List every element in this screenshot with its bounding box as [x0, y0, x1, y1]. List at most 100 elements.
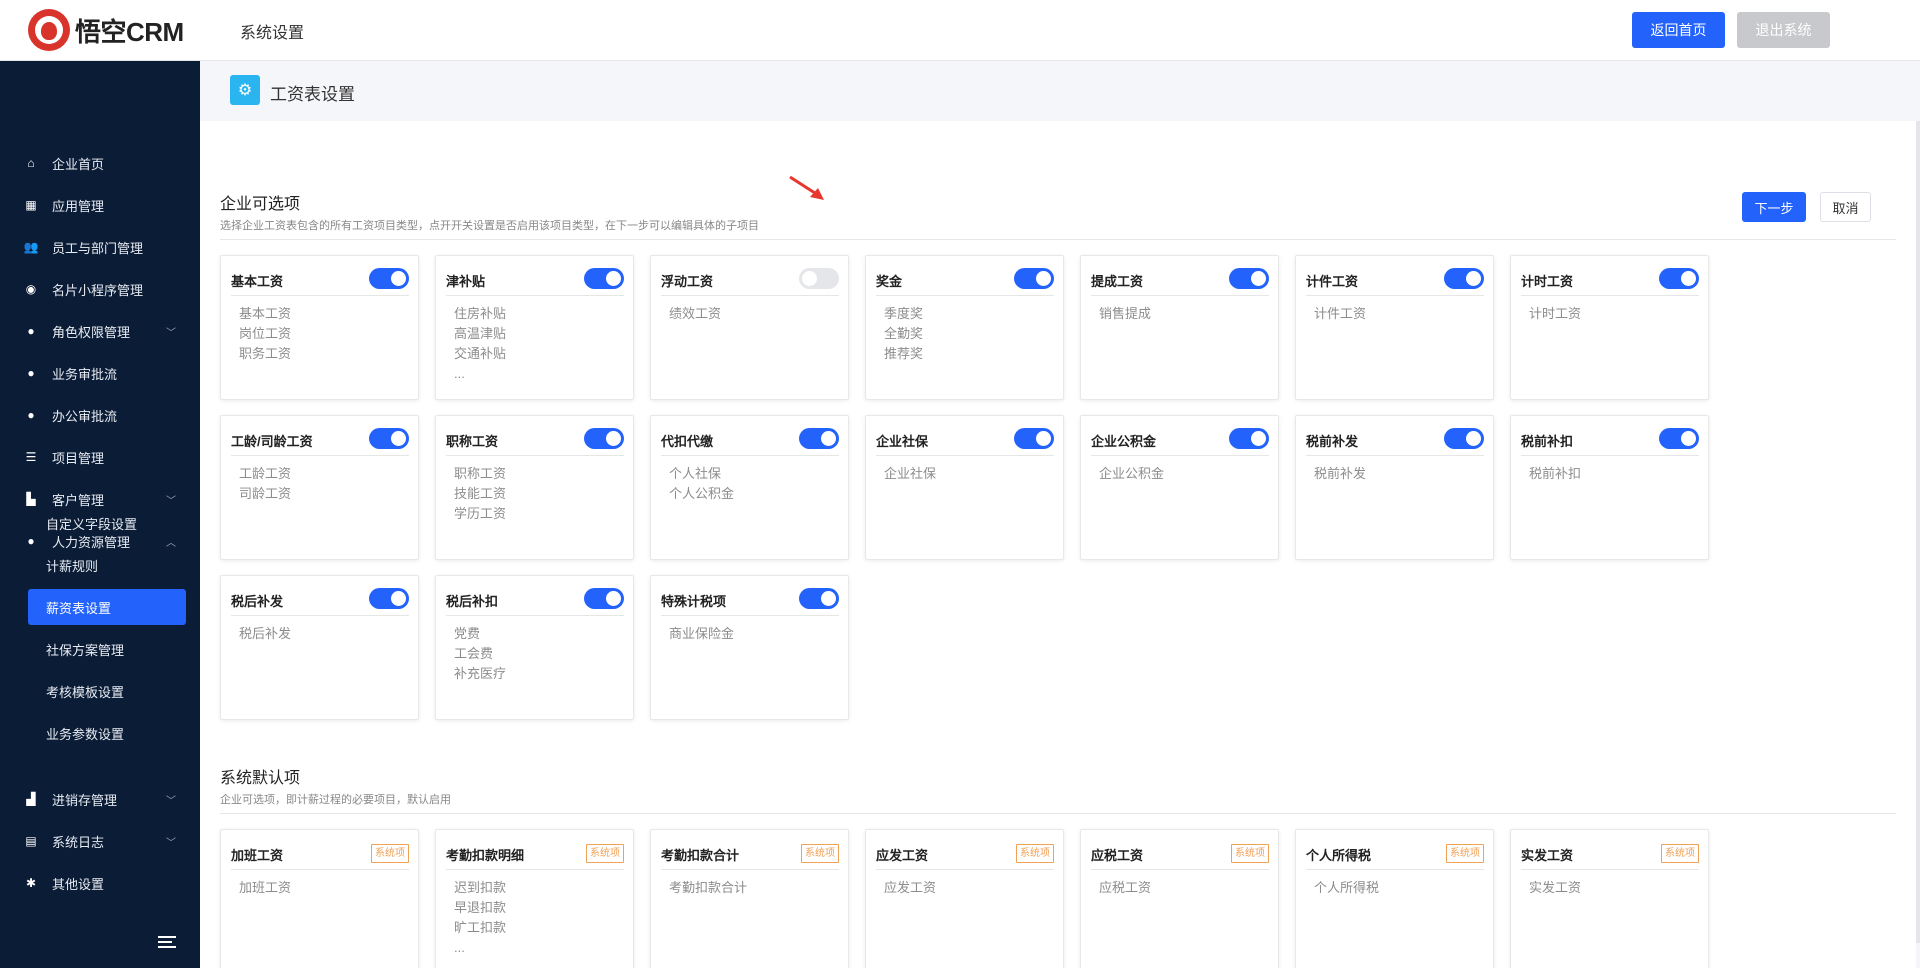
sidebar-subitem[interactable]: 考核模板设置	[28, 673, 186, 709]
card-title: 基本工资	[231, 274, 284, 289]
enable-toggle-switch[interactable]	[1659, 268, 1699, 289]
sub-item-list: 住房补贴 高温津贴 交通补贴...	[454, 304, 506, 384]
salary-item-card: 奖金 季度奖 全勤奖 推荐奖	[865, 255, 1064, 400]
enable-toggle-switch[interactable]	[584, 428, 624, 449]
sub-item-list: 销售提成	[1099, 304, 1151, 324]
enable-toggle-switch[interactable]	[584, 268, 624, 289]
enable-toggle-switch[interactable]	[369, 588, 409, 609]
card-title: 应发工资	[876, 848, 929, 863]
sidebar-item-label: 名片小程序管理	[52, 282, 144, 298]
card-title: 提成工资	[1091, 274, 1144, 289]
sidebar-item[interactable]: ☰ 项目管理	[0, 437, 200, 477]
sidebar-item-label: 企业首页	[52, 156, 105, 172]
enable-toggle-switch[interactable]	[1014, 428, 1054, 449]
card-header: 税前补扣	[1521, 424, 1699, 456]
salary-item-card: 津补贴住房补贴 高温津贴 交通补贴...	[435, 255, 634, 400]
sub-item-list: 党费 工会费 补充医疗	[454, 624, 506, 684]
scrollbar[interactable]	[1916, 121, 1920, 943]
card-header: 考勤扣款合计 系统项	[661, 838, 839, 870]
sidebar-subitem[interactable]: 业务参数设置	[28, 715, 186, 751]
enable-toggle-switch[interactable]	[1229, 268, 1269, 289]
user-icon: ●	[27, 408, 35, 422]
sidebar-item-label: 业务审批流	[52, 366, 118, 382]
enable-toggle-switch[interactable]	[799, 428, 839, 449]
sub-item-text: 学历工资	[454, 506, 507, 521]
enable-toggle-switch[interactable]	[1659, 428, 1699, 449]
sidebar-item[interactable]: ● 业务审批流	[0, 353, 200, 393]
settings-gears-icon: ⚙	[230, 75, 260, 105]
card-header: 提成工资	[1091, 264, 1269, 296]
sidebar-subitem[interactable]: 自定义字段设置	[28, 505, 186, 541]
salary-item-card: 税前补扣 税前补扣	[1510, 415, 1709, 560]
enable-toggle-switch[interactable]	[1444, 428, 1484, 449]
sub-item-text: 税前补扣	[1529, 466, 1582, 481]
sub-item-text: 住房补贴	[454, 306, 507, 321]
cancel-button[interactable]: 取消	[1820, 192, 1871, 222]
enable-toggle-switch[interactable]	[1229, 428, 1269, 449]
divider	[220, 239, 1896, 240]
sidebar-item[interactable]: ▤ 系统日志 ﹀	[0, 821, 200, 861]
sub-item-text: 岗位工资	[239, 326, 292, 341]
card-title: 津补贴	[446, 274, 486, 289]
default-section-desc: 企业可选项，即计薪过程的必要项目，默认启用	[220, 794, 451, 806]
sidebar-item[interactable]: ▟ 进销存管理 ﹀	[0, 779, 200, 819]
sidebar-subitem[interactable]: 薪资表设置	[28, 589, 186, 625]
salary-item-card: 应发工资 系统项 应发工资	[865, 829, 1064, 968]
sub-item-list: 企业公积金	[1099, 464, 1164, 484]
sub-item-text: 职务工资	[239, 346, 292, 361]
divider	[220, 813, 1896, 814]
card-title: 加班工资	[231, 848, 284, 863]
system-item-badge: 系统项	[1016, 844, 1054, 863]
enable-toggle-switch[interactable]	[369, 428, 409, 449]
system-item-badge: 系统项	[586, 844, 624, 863]
card-header: 工龄/司龄工资	[231, 424, 409, 456]
sidebar-item[interactable]: ✱ 其他设置	[0, 863, 200, 903]
sub-item-text: 迟到扣款	[454, 880, 507, 895]
system-item-badge: 系统项	[1661, 844, 1699, 863]
sub-item-text: 职称工资	[454, 466, 507, 481]
card-header: 考勤扣款明细 系统项	[446, 838, 624, 870]
header-title: 系统设置	[240, 25, 305, 42]
card-title: 代扣代缴	[661, 434, 714, 449]
sidebar-item[interactable]: ● 办公审批流	[0, 395, 200, 435]
sidebar-subitem[interactable]: 计薪规则	[28, 547, 186, 583]
sub-item-list: 加班工资	[239, 878, 291, 898]
exit-system-button[interactable]: 退出系统	[1737, 12, 1830, 48]
logo[interactable]: 悟空CRM	[28, 9, 184, 51]
sub-item-text: 季度奖	[884, 306, 924, 321]
enable-toggle-switch[interactable]	[369, 268, 409, 289]
card-title: 计件工资	[1306, 274, 1359, 289]
sub-item-text: 销售提成	[1099, 306, 1152, 321]
sidebar-item[interactable]: 👥 员工与部门管理	[0, 227, 200, 267]
enable-toggle-switch[interactable]	[799, 588, 839, 609]
sidebar-subitem[interactable]: 社保方案管理	[28, 631, 186, 667]
building-icon: ▙	[26, 492, 36, 506]
card-header: 应税工资 系统项	[1091, 838, 1269, 870]
sidebar-item[interactable]: ⌂ 企业首页	[0, 143, 200, 183]
enable-toggle-switch[interactable]	[1444, 268, 1484, 289]
card-title: 职称工资	[446, 434, 499, 449]
back-home-button[interactable]: 返回首页	[1632, 12, 1725, 48]
card-title: 税前补扣	[1521, 434, 1574, 449]
enable-toggle-switch[interactable]	[799, 268, 839, 289]
sidebar-item[interactable]: ▦ 应用管理	[0, 185, 200, 225]
collapse-menu-icon[interactable]	[158, 936, 180, 952]
card-header: 浮动工资	[661, 264, 839, 296]
enable-toggle-switch[interactable]	[1014, 268, 1054, 289]
sidebar-item[interactable]: ◉ 名片小程序管理	[0, 269, 200, 309]
sub-item-text: 实发工资	[1529, 880, 1582, 895]
salary-item-card: 浮动工资 绩效工资	[650, 255, 849, 400]
sidebar-item-label: 办公审批流	[52, 408, 118, 424]
enable-toggle-switch[interactable]	[584, 588, 624, 609]
sub-item-text: 应税工资	[1099, 880, 1152, 895]
main-content: ⚙ 工资表设置 企业可选项 选择企业工资表包含的所有工资项目类型，点开开关设置是…	[200, 61, 1920, 968]
card-header: 税后补扣	[446, 584, 624, 616]
sub-item-list: 应税工资	[1099, 878, 1151, 898]
next-step-button[interactable]: 下一步	[1742, 192, 1806, 222]
card-title: 应税工资	[1091, 848, 1144, 863]
card-title: 税后补发	[231, 594, 284, 609]
sidebar-item-label: 角色权限管理	[52, 324, 131, 340]
sub-item-text: 党费	[454, 626, 481, 641]
card-header: 税前补发	[1306, 424, 1484, 456]
sidebar-item[interactable]: ● 角色权限管理 ﹀	[0, 311, 200, 351]
